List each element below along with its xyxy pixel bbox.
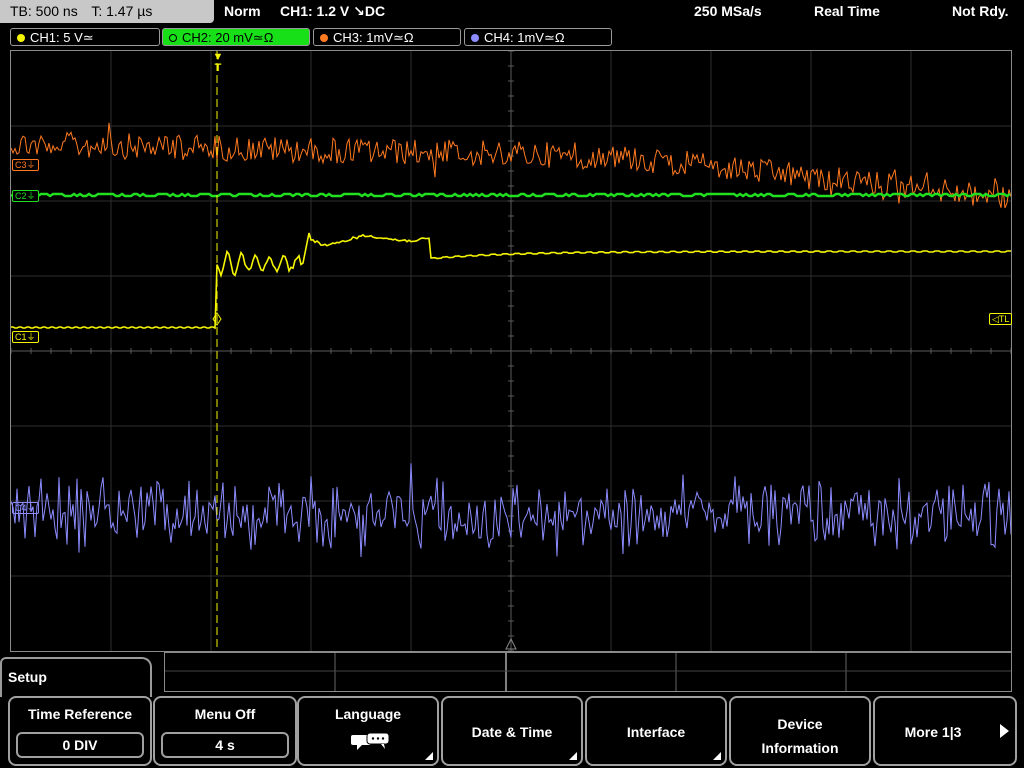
- channel-tab-ch1[interactable]: CH1: 5 V≃: [10, 28, 160, 46]
- zoom-grid: [165, 653, 1011, 691]
- ch4-dot-icon: [471, 34, 479, 42]
- more-softkey[interactable]: More 1|3: [873, 696, 1017, 766]
- language-softkey[interactable]: Language: [297, 696, 439, 766]
- more-label: More 1|3: [904, 724, 962, 740]
- trigger-position-marker[interactable]: ▼ T: [211, 52, 225, 74]
- menu-off-value: 4 s: [161, 732, 289, 758]
- grid: [11, 51, 1011, 651]
- ch3-marker[interactable]: C3⏚: [12, 159, 39, 171]
- trigger-time-value: T: 1.47 µs: [91, 3, 153, 19]
- timebase-value: TB: 500 ns: [10, 3, 78, 19]
- channel-tab-ch3[interactable]: CH3: 1mV≃Ω: [313, 28, 461, 46]
- ch1-marker[interactable]: C1⏚: [12, 331, 39, 343]
- speech-bubble-icon: [351, 732, 391, 755]
- trigger-level-marker[interactable]: ◁TL: [989, 313, 1013, 325]
- trigger-setting[interactable]: CH1: 1.2 V ↘DC: [280, 0, 385, 23]
- channel-tab-ch4[interactable]: CH4: 1mV≃Ω: [464, 28, 612, 46]
- zoom-overview-strip: [164, 652, 1012, 692]
- interface-softkey[interactable]: Interface: [585, 696, 727, 766]
- time-reference-softkey[interactable]: Time Reference 0 DIV: [8, 696, 152, 766]
- device-information-label: Device Information: [761, 716, 839, 756]
- arrow-right-icon: [1000, 724, 1009, 738]
- time-reference-value: 0 DIV: [16, 732, 144, 758]
- menu-off-label: Menu Off: [194, 706, 256, 722]
- menu-off-softkey[interactable]: Menu Off 4 s: [153, 696, 297, 766]
- ch2-dot-icon: [169, 34, 177, 42]
- status-bar: Norm CH1: 1.2 V ↘DC 250 MSa/s Real Time …: [216, 0, 1024, 23]
- device-information-softkey[interactable]: Device Information: [729, 696, 871, 766]
- channel-tab-ch2[interactable]: CH2: 20 mV≃Ω: [162, 28, 310, 46]
- date-time-softkey[interactable]: Date & Time: [441, 696, 583, 766]
- trigger-mode[interactable]: Norm: [224, 0, 261, 23]
- acquisition-mode[interactable]: Real Time: [814, 0, 880, 23]
- ch1-dot-icon: [17, 34, 25, 42]
- submenu-indicator-icon: [425, 752, 433, 760]
- ch2-marker[interactable]: C2⏚: [12, 190, 39, 202]
- ch3-dot-icon: [320, 34, 328, 42]
- sample-rate: 250 MSa/s: [694, 3, 762, 19]
- waveform-canvas: [11, 51, 1011, 651]
- submenu-indicator-icon: [713, 752, 721, 760]
- timebase-panel[interactable]: TB: 500 ns T: 1.47 µs: [0, 0, 214, 23]
- acquisition-state: Not Rdy.: [952, 3, 1009, 19]
- waveform-display[interactable]: [10, 50, 1012, 652]
- language-label: Language: [334, 706, 402, 722]
- ch4-marker[interactable]: C4⏚: [12, 502, 39, 514]
- date-time-label: Date & Time: [471, 724, 553, 740]
- menu-title: Setup: [8, 669, 47, 685]
- interface-label: Interface: [626, 724, 686, 740]
- time-reference-label: Time Reference: [27, 706, 132, 722]
- submenu-indicator-icon: [569, 752, 577, 760]
